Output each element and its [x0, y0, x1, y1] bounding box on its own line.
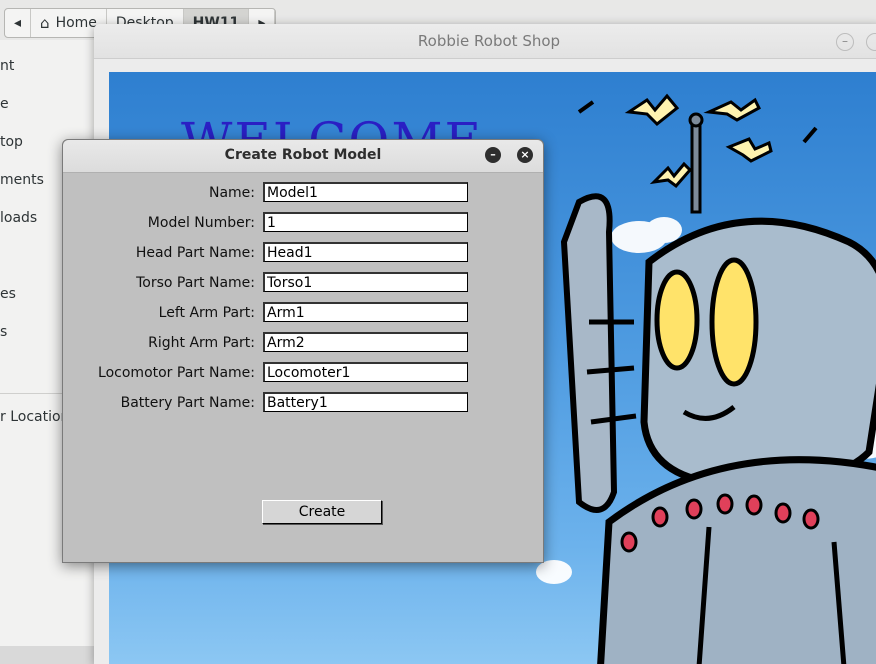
battery-part-name-input[interactable]	[263, 392, 468, 412]
back-arrow-button[interactable]: ◂	[5, 9, 32, 37]
battery-part-name-label: Battery Part Name:	[120, 395, 255, 411]
main-window-title: Robbie Robot Shop	[417, 32, 561, 50]
main-window-titlebar: Robbie Robot Shop –	[94, 24, 876, 59]
head-part-name-input[interactable]	[263, 242, 468, 262]
close-icon[interactable]: ×	[517, 147, 533, 163]
model-number-label: Model Number:	[147, 215, 255, 231]
minimize-button[interactable]: –	[836, 33, 854, 51]
sidebar-item[interactable]: loads	[0, 210, 37, 226]
locomotor-part-name-input[interactable]	[263, 362, 468, 382]
sidebar-item[interactable]: top	[0, 134, 23, 150]
right-arm-part-label: Right Arm Part:	[148, 335, 255, 351]
locomotor-part-name-label: Locomotor Part Name:	[98, 365, 255, 381]
sidebar-item[interactable]: e	[0, 96, 9, 112]
create-robot-model-dialog: Create Robot Model – × Name: Model Numbe…	[62, 139, 544, 563]
model-number-input[interactable]	[263, 212, 468, 232]
dialog-title: Create Robot Model	[224, 147, 382, 163]
right-arm-part-input[interactable]	[263, 332, 468, 352]
left-arm-part-label: Left Arm Part:	[158, 305, 255, 321]
head-part-name-label: Head Part Name:	[135, 245, 255, 261]
sidebar-item[interactable]: nt	[0, 58, 14, 74]
name-input[interactable]	[263, 182, 468, 202]
sidebar-item[interactable]: es	[0, 286, 16, 302]
create-button[interactable]: Create	[262, 500, 382, 524]
sidebar-item[interactable]: s	[0, 324, 7, 340]
home-icon: ⌂	[40, 14, 50, 32]
dialog-titlebar: Create Robot Model – ×	[63, 140, 543, 173]
left-arm-part-input[interactable]	[263, 302, 468, 322]
name-label: Name:	[208, 185, 255, 201]
sidebar-item[interactable]: ments	[0, 172, 44, 188]
torso-part-name-label: Torso Part Name:	[136, 275, 255, 291]
torso-part-name-input[interactable]	[263, 272, 468, 292]
minimize-icon[interactable]: –	[485, 147, 501, 163]
